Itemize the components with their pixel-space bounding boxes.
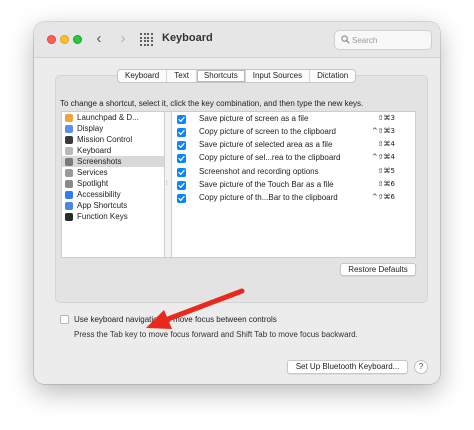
minimize-window-button[interactable] — [60, 35, 69, 44]
category-item-spotlight[interactable]: Spotlight — [62, 178, 164, 189]
category-label: Mission Control — [77, 135, 133, 144]
category-label: Display — [77, 124, 104, 133]
shortcut-label: Save picture of selected area as a file — [199, 140, 333, 150]
keyboard-navigation-checkbox[interactable] — [60, 315, 69, 324]
tab-shortcuts[interactable]: Shortcuts — [195, 70, 245, 82]
window-title: Keyboard — [162, 32, 213, 44]
shortcut-row[interactable]: Save picture of screen as a file ⇧⌘3 — [172, 112, 415, 125]
shortcut-row[interactable]: Copy picture of sel...rea to the clipboa… — [172, 152, 415, 165]
help-button[interactable]: ? — [414, 360, 428, 374]
shortcut-category-list: Launchpad & D... Display Mission Control Ke… — [61, 111, 165, 258]
zoom-window-button[interactable] — [73, 35, 82, 44]
launchpad-icon — [65, 113, 73, 122]
category-label: Services — [77, 168, 108, 177]
tab-input-sources[interactable]: Input Sources — [244, 70, 309, 82]
tab-text[interactable]: Text — [166, 70, 196, 82]
title-bar: ‹ › Keyboard — [34, 22, 440, 58]
category-label: Accessibility — [77, 190, 121, 199]
spotlight-icon — [65, 179, 73, 188]
shortcut-checkbox[interactable] — [177, 114, 186, 124]
category-item-services[interactable]: Services — [62, 167, 164, 178]
category-item-mission-control[interactable]: Mission Control — [62, 134, 164, 145]
mission-control-icon — [65, 135, 73, 144]
shortcut-checkbox[interactable] — [177, 154, 186, 164]
shortcut-list: Save picture of screen as a file ⇧⌘3 Copy … — [171, 111, 416, 258]
shortcut-label: Save picture of the Touch Bar as a file — [199, 179, 334, 189]
category-item-screenshots[interactable]: Screenshots — [62, 156, 164, 167]
show-all-grid-icon[interactable] — [140, 33, 153, 46]
shortcut-row[interactable]: Copy picture of th...Bar to the clipboar… — [172, 192, 415, 205]
category-label: Keyboard — [77, 146, 112, 155]
shortcut-row[interactable]: Save picture of the Touch Bar as a file ⇧… — [172, 178, 415, 191]
shortcut-checkbox[interactable] — [177, 167, 186, 177]
shortcut-keys[interactable]: ⇧⌘6 — [378, 180, 395, 188]
category-item-launchpad[interactable]: Launchpad & D... — [62, 112, 164, 123]
shortcut-row[interactable]: Save picture of selected area as a file ⇧… — [172, 139, 415, 152]
category-label: Screenshots — [77, 157, 122, 166]
shortcut-label: Copy picture of sel...rea to the clipboa… — [199, 153, 341, 163]
category-label: Spotlight — [77, 179, 109, 188]
set-up-bluetooth-keyboard-button[interactable]: Set Up Bluetooth Keyboard... — [287, 360, 408, 374]
tab-keyboard[interactable]: Keyboard — [118, 70, 166, 82]
preference-tabs: Keyboard Text Shortcuts Input Sources Di… — [117, 69, 357, 83]
forward-chevron-icon[interactable]: › — [115, 30, 131, 48]
restore-defaults-button[interactable]: Restore Defaults — [340, 263, 416, 276]
screenshots-icon — [65, 157, 73, 166]
category-label: Function Keys — [77, 212, 128, 221]
shortcut-label: Copy picture of screen to the clipboard — [199, 126, 336, 136]
shortcut-label: Save picture of screen as a file — [199, 113, 309, 123]
app-shortcuts-icon — [65, 201, 73, 210]
search-icon — [341, 35, 350, 44]
category-item-display[interactable]: Display — [62, 123, 164, 134]
tab-dictation[interactable]: Dictation — [309, 70, 355, 82]
category-item-accessibility[interactable]: Accessibility — [62, 189, 164, 200]
category-label: Launchpad & D... — [77, 113, 139, 122]
display-icon — [65, 124, 73, 133]
shortcut-keys[interactable]: ⇧⌘3 — [378, 114, 395, 122]
shortcut-checkbox[interactable] — [177, 127, 186, 137]
keyboard-preferences-window: ‹ › Keyboard Keyboard Text Shortcuts Inp… — [34, 22, 440, 384]
category-item-app-shortcuts[interactable]: App Shortcuts — [62, 200, 164, 211]
category-item-keyboard[interactable]: Keyboard — [62, 145, 164, 156]
shortcut-row[interactable]: Copy picture of screen to the clipboard ^… — [172, 125, 415, 138]
shortcut-label: Copy picture of th...Bar to the clipboar… — [199, 193, 338, 203]
search-input[interactable] — [352, 33, 428, 47]
shortcut-checkbox[interactable] — [177, 194, 186, 204]
back-chevron-icon[interactable]: ‹ — [91, 30, 107, 48]
keyboard-icon — [65, 146, 73, 155]
shortcut-checkbox[interactable] — [177, 141, 186, 151]
shortcut-keys[interactable]: ^⇧⌘3 — [372, 127, 395, 135]
accessibility-icon — [65, 190, 73, 199]
shortcut-instructions: To change a shortcut, select it, click t… — [60, 99, 364, 108]
annotation-arrow-icon — [146, 288, 245, 329]
shortcut-label: Screenshot and recording options — [199, 166, 319, 176]
services-icon — [65, 168, 73, 177]
close-window-button[interactable] — [47, 35, 56, 44]
shortcut-keys[interactable]: ^⇧⌘6 — [372, 193, 395, 201]
function-keys-icon — [65, 212, 73, 221]
search-field[interactable] — [334, 30, 432, 50]
shortcut-keys[interactable]: ⇧⌘4 — [378, 140, 395, 148]
shortcut-keys[interactable]: ^⇧⌘4 — [372, 153, 395, 161]
category-item-function-keys[interactable]: Function Keys — [62, 211, 164, 222]
shortcut-keys[interactable]: ⇧⌘5 — [378, 167, 395, 175]
category-label: App Shortcuts — [77, 201, 128, 210]
shortcut-row[interactable]: Screenshot and recording options ⇧⌘5 — [172, 165, 415, 178]
shortcut-checkbox[interactable] — [177, 180, 186, 190]
